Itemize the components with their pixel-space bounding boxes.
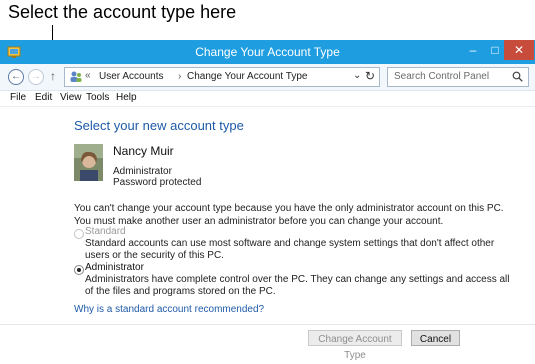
avatar — [74, 144, 103, 181]
window: Change Your Account Type – □ ✕ ← → ↑ « U… — [0, 40, 535, 361]
user-role: Administrator — [113, 166, 172, 177]
menu-tools[interactable]: Tools — [86, 92, 109, 103]
address-bar[interactable]: « User Accounts › Change Your Account Ty… — [64, 67, 380, 87]
search-box — [387, 67, 529, 87]
maximize-button[interactable]: □ — [484, 40, 506, 60]
minimize-button[interactable]: – — [462, 40, 484, 60]
administrator-radio[interactable] — [74, 265, 84, 275]
close-button[interactable]: ✕ — [504, 40, 534, 60]
search-input[interactable] — [388, 68, 518, 84]
search-icon[interactable] — [512, 71, 523, 82]
change-account-type-button[interactable]: Change Account Type — [308, 330, 402, 361]
user-name: Nancy Muir — [113, 144, 174, 158]
standard-description: Standard accounts can use most software … — [85, 238, 495, 261]
callout-caption: Select the account type here — [8, 2, 237, 22]
menu-file[interactable]: File — [10, 92, 26, 103]
forward-button[interactable]: → — [28, 69, 44, 85]
menu-help[interactable]: Help — [116, 92, 137, 103]
user-accounts-icon — [70, 71, 82, 82]
breadcrumb-user-accounts[interactable]: User Accounts — [99, 71, 163, 82]
address-overflow-icon: « — [85, 70, 91, 81]
menu-bar: File Edit View Tools Help — [0, 90, 535, 106]
menu-edit[interactable]: Edit — [35, 92, 52, 103]
administrator-label: Administrator — [85, 262, 144, 273]
navigation-bar: ← → ↑ « User Accounts › Change Your Acco… — [0, 64, 535, 91]
administrator-description: Administrators have complete control ove… — [85, 274, 510, 297]
refresh-icon[interactable]: ↻ — [365, 69, 375, 83]
title-bar: Change Your Account Type – □ ✕ — [0, 40, 535, 64]
up-arrow-icon[interactable]: ↑ — [50, 69, 56, 83]
menu-view[interactable]: View — [60, 92, 82, 103]
window-title: Change Your Account Type — [195, 45, 340, 59]
cancel-button[interactable]: Cancel — [411, 330, 460, 346]
page-title: Select your new account type — [74, 118, 244, 133]
standard-account-help-link[interactable]: Why is a standard account recommended? — [74, 304, 264, 315]
standard-label: Standard — [85, 226, 126, 237]
standard-radio[interactable] — [74, 229, 84, 239]
main-content: Select your new account type Nancy Muir … — [0, 106, 535, 361]
password-status: Password protected — [113, 177, 202, 188]
info-message: You can't change your account type becau… — [74, 203, 504, 227]
address-dropdown-icon[interactable]: ⌄ — [353, 70, 361, 81]
breadcrumb-separator-icon: › — [178, 71, 182, 82]
breadcrumb-change-account-type[interactable]: Change Your Account Type — [187, 71, 307, 82]
footer-divider — [0, 324, 535, 325]
back-button[interactable]: ← — [8, 69, 24, 85]
